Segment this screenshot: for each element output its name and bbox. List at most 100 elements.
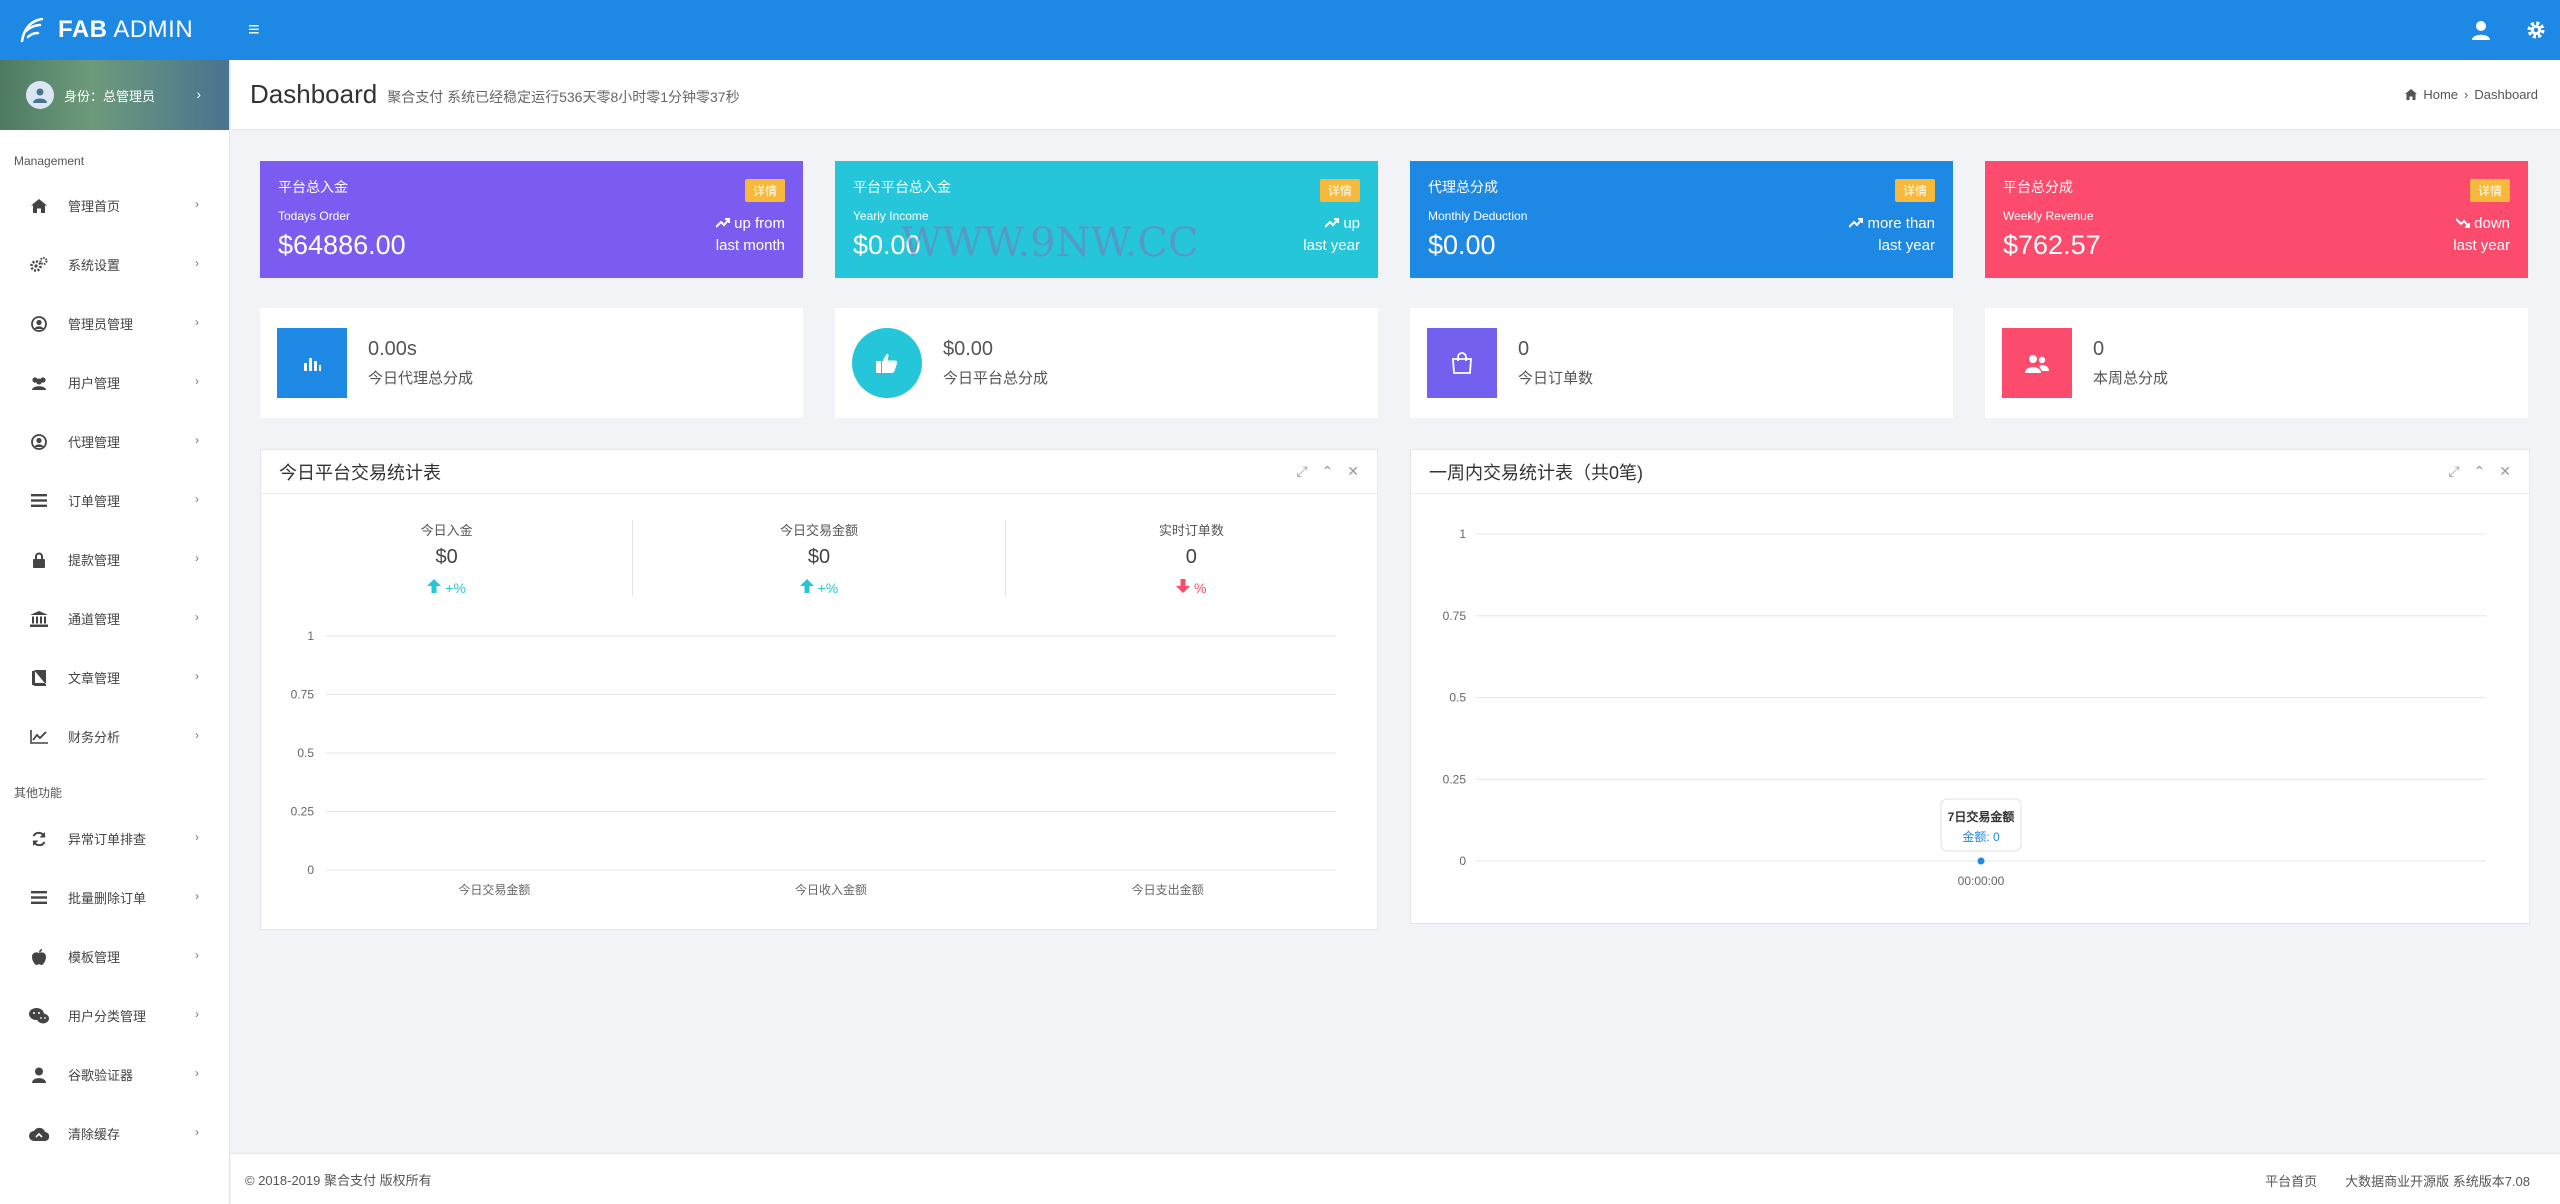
sidebar-item[interactable]: 清除缓存 ›	[0, 1104, 229, 1163]
sidebar-item[interactable]: 谷歌验证器 ›	[0, 1045, 229, 1104]
close-icon[interactable]: ✕	[1347, 463, 1359, 480]
expand-icon[interactable]: ⤢	[2448, 463, 2459, 480]
profile-panel[interactable]: 身份：总管理员 ›	[0, 60, 229, 130]
y-tick-label: 0.75	[291, 688, 315, 702]
trend-period: last month	[715, 237, 785, 254]
line-chart-icon	[28, 727, 50, 747]
footer-link-home[interactable]: 平台首页	[2265, 1171, 2317, 1190]
kpi-item: 今日交易金额 $0 +%	[632, 520, 1004, 596]
panel-header: 一周内交易统计表（共0笔) ⤢ ⌃ ✕	[1411, 450, 2529, 494]
kpi-label: 今日入金	[420, 523, 473, 538]
panel-title: 今日平台交易统计表	[279, 462, 441, 483]
sidebar-item-label: 异常订单排查	[68, 832, 147, 847]
info-box: 0 今日订单数	[1410, 308, 1953, 418]
info-box-label: 今日订单数	[1518, 370, 1594, 387]
x-tick-label: 今日交易金额	[458, 882, 530, 897]
kpi-label: 实时订单数	[1158, 523, 1224, 538]
breadcrumb-home[interactable]: Home	[2423, 87, 2458, 102]
chevron-right-icon: ›	[195, 728, 199, 742]
details-button[interactable]: 详情	[2469, 179, 2510, 202]
y-tick-label: 1	[1459, 527, 1466, 541]
stat-card-title: 平台平台总入金	[853, 179, 951, 195]
expand-icon[interactable]: ⤢	[1296, 463, 1307, 480]
thumbs-up-icon	[852, 328, 922, 398]
sidebar-item[interactable]: 提款管理 ›	[0, 530, 229, 589]
kpi-value: 0	[1185, 546, 1197, 568]
sidebar-item[interactable]: 批量删除订单 ›	[0, 868, 229, 927]
sidebar-item[interactable]: 系统设置 ›	[0, 235, 229, 294]
sidebar-item[interactable]: 异常订单排查 ›	[0, 809, 229, 868]
refresh-icon	[28, 829, 50, 849]
home-icon	[2405, 89, 2418, 100]
user-circle-icon	[28, 314, 50, 334]
footer-version: 大数据商业开源版 系统版本7.08	[2345, 1174, 2530, 1189]
stat-card-title: 平台总入金	[278, 179, 348, 195]
kpi-value: $0	[807, 546, 831, 568]
users-icon	[28, 373, 50, 393]
kpi-label: 今日交易金额	[779, 523, 858, 538]
trend-text: more than	[1867, 215, 1935, 232]
sidebar-item-label: 管理首页	[68, 199, 121, 214]
user-circle-icon	[28, 432, 50, 452]
home-icon	[28, 196, 50, 216]
chevron-right-icon: ›	[195, 374, 199, 388]
top-navbar: FAB ADMIN ≡	[0, 0, 2560, 60]
sidebar-item[interactable]: 财务分析 ›	[0, 707, 229, 766]
sidebar-item[interactable]: 模板管理 ›	[0, 927, 229, 986]
y-tick-label: 0.5	[297, 746, 314, 760]
stat-card: 平台总入金 Todays Order $64886.00 详情 up from last…	[260, 161, 803, 278]
user-icon[interactable]	[2470, 19, 2492, 41]
details-button[interactable]: 详情	[1319, 179, 1360, 202]
gear-icon[interactable]	[2526, 20, 2546, 40]
sidebar-item[interactable]: 通道管理 ›	[0, 589, 229, 648]
bank-icon	[28, 609, 50, 629]
sidebar-item[interactable]: 用户分类管理 ›	[0, 986, 229, 1045]
trend-period: last year	[1878, 237, 1935, 254]
info-box-value: 0.00s	[368, 338, 417, 360]
user-icon	[28, 1065, 50, 1085]
sidebar-item-label: 文章管理	[68, 671, 121, 686]
kpi-item: 今日入金 $0 +%	[261, 520, 632, 596]
trend-text: up from	[734, 215, 785, 232]
arrow-down-icon	[1176, 579, 1191, 596]
sidebar-item[interactable]: 用户管理 ›	[0, 353, 229, 412]
chevron-right-icon: ›	[195, 433, 199, 447]
collapse-icon[interactable]: ⌃	[2474, 463, 2486, 480]
week-stats-panel: 一周内交易统计表（共0笔) ⤢ ⌃ ✕ 0 0.25 0.5 0.75 1 00:00:0…	[1410, 449, 2530, 924]
sidebar-item[interactable]: 管理员管理 ›	[0, 294, 229, 353]
sidebar-item[interactable]: 文章管理 ›	[0, 648, 229, 707]
details-button[interactable]: 详情	[744, 179, 785, 202]
sidebar-item[interactable]: 管理首页 ›	[0, 176, 229, 235]
stat-card-subtitle: Todays Order	[278, 209, 351, 223]
trend-up-icon	[1324, 215, 1340, 232]
sidebar-item[interactable]: 代理管理 ›	[0, 412, 229, 471]
chevron-right-icon: ›	[196, 86, 201, 102]
details-button[interactable]: 详情	[1894, 179, 1935, 202]
y-tick-label: 0	[307, 863, 314, 877]
page-header: Dashboard 聚合支付 系统已经稳定运行536天零8小时零1分钟零37秒 …	[231, 60, 2560, 130]
sidebar-item-label: 清除缓存	[68, 1127, 121, 1142]
arrow-up-icon	[799, 579, 814, 596]
info-box-value: 0	[2093, 338, 2105, 360]
trend-text: up	[1343, 215, 1360, 232]
menu-toggle-icon[interactable]: ≡	[248, 19, 260, 42]
info-box-value: 0	[1518, 338, 1530, 360]
data-point	[1977, 857, 1985, 865]
sidebar-item-label: 批量删除订单	[68, 891, 147, 906]
stat-card-title: 平台总分成	[2003, 179, 2073, 195]
avatar	[26, 81, 54, 109]
collapse-icon[interactable]: ⌃	[1322, 463, 1334, 480]
breadcrumb-separator: ›	[2464, 87, 2469, 102]
stat-card-trend: down last year	[2453, 213, 2510, 257]
y-tick-label: 1	[307, 629, 314, 643]
apple-icon	[28, 947, 50, 967]
stat-card-subtitle: Yearly Income	[853, 209, 929, 223]
close-icon[interactable]: ✕	[2499, 463, 2511, 480]
y-tick-label: 0.25	[1443, 772, 1467, 786]
sidebar-item[interactable]: 订单管理 ›	[0, 471, 229, 530]
brand-logo[interactable]: FAB ADMIN	[0, 0, 230, 60]
sidebar-item-label: 用户分类管理	[68, 1009, 147, 1024]
trend-text: down	[2474, 215, 2510, 232]
stat-card-title: 代理总分成	[1428, 179, 1498, 195]
stat-card: 平台总分成 Weekly Revenue $762.57 详情 down last ye…	[1985, 161, 2528, 278]
